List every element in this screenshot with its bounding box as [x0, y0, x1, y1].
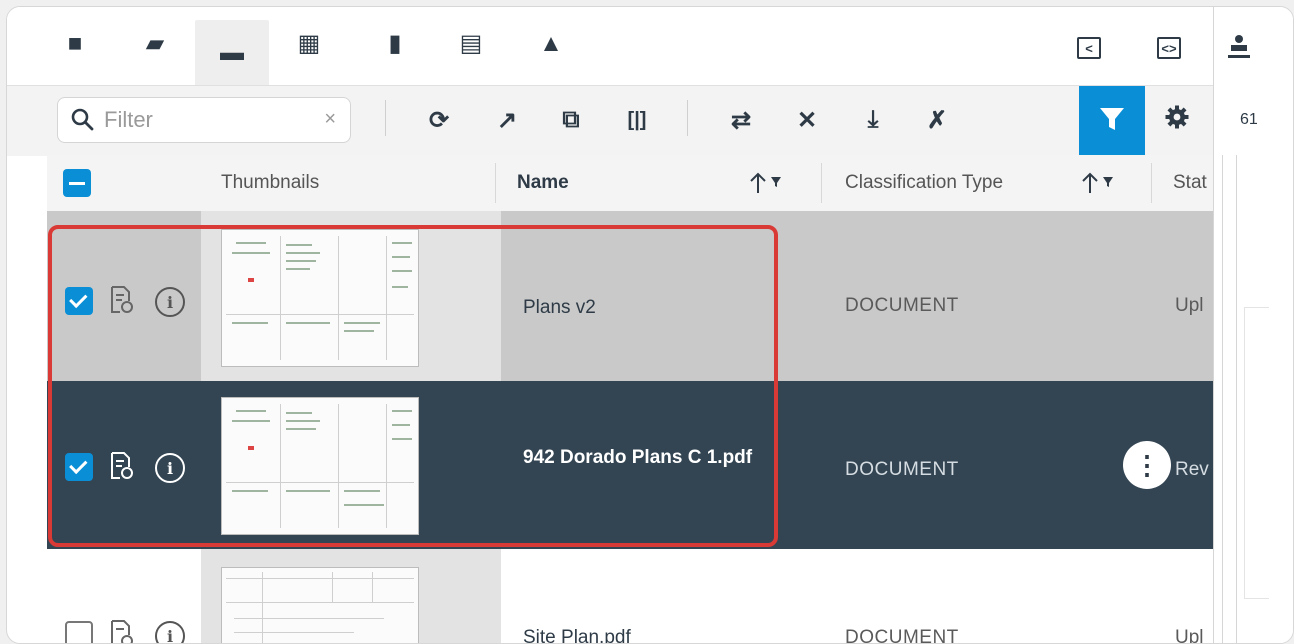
row-checkbox[interactable] [65, 621, 93, 643]
table-row-selected[interactable]: i 942 Dorado Plans C 1.pdf DOCUMENT ⋮ Re… [47, 381, 1213, 549]
download-icon: ⤓ [867, 106, 879, 133]
split-button[interactable]: [|] [617, 100, 657, 140]
classification-type: DOCUMENT [845, 459, 959, 480]
grid-header: Thumbnails Name Classification Type Stat [47, 155, 1213, 212]
code-brackets-icon: <> [1157, 37, 1181, 59]
tab-bookmark[interactable]: ▮ [377, 29, 413, 59]
column-header-status[interactable]: Stat [1173, 155, 1213, 211]
thumbnail-cell [201, 211, 501, 381]
compare-icon: ⧉ [562, 106, 580, 133]
sort-arrow-icon[interactable] [749, 171, 789, 201]
sort-arrow-icon[interactable] [1081, 171, 1121, 201]
table-row[interactable]: i Plans v2 DOCUMENT Upl [47, 211, 1213, 381]
table-row[interactable]: i Site Plan.pdf DOCUMENT Upl [47, 549, 1213, 643]
shield-document-icon: ▲ [539, 30, 563, 57]
toolbar: × ⟳ ↗ ⧉ [|] ⇄ ✕ ⤓ ✗ [7, 85, 1219, 156]
thumbnail-cell [201, 381, 501, 549]
collapse-left-icon: < [1077, 37, 1101, 59]
open-folder-icon: ▬ [220, 39, 244, 66]
file-name[interactable]: Site Plan.pdf [523, 625, 631, 643]
open-external-icon: ↗ [496, 106, 518, 134]
info-icon[interactable]: i [155, 453, 185, 483]
download-button[interactable]: ⤓ [853, 100, 893, 140]
map-icon: ▦ [297, 30, 321, 57]
search-icon [70, 107, 94, 137]
tab-open-folder[interactable]: ▬ [195, 20, 269, 86]
app-window: ■ ▰ ▬ ▦ ▮ ▤ ▲ < <> Filter × ⟳ ↗ ⧉ [|] ⇄ … [6, 6, 1294, 644]
tab-folder[interactable]: ■ [57, 29, 93, 59]
document-thumbnail[interactable] [221, 397, 419, 535]
status-text: Upl [1175, 295, 1204, 316]
folder-icon: ■ [67, 30, 83, 57]
tools-button[interactable]: ✕ [787, 100, 827, 140]
filter-input[interactable] [102, 106, 306, 134]
top-nav: ■ ▰ ▬ ▦ ▮ ▤ ▲ < <> [7, 7, 1219, 86]
funnel-icon [1097, 104, 1127, 139]
thumbnail-cell [201, 549, 501, 643]
folder-badge-icon: ▰ [145, 30, 165, 57]
more-vertical-icon: ⋮ [1134, 449, 1160, 480]
row-checkbox[interactable] [65, 453, 93, 481]
refresh-button[interactable]: ⟳ [419, 100, 459, 140]
refresh-icon: ⟳ [428, 106, 450, 134]
stamp-icon[interactable] [1228, 33, 1250, 68]
gear-icon [1164, 104, 1190, 137]
classification-type: DOCUMENT [845, 627, 959, 644]
transfer-icon: ⇄ [730, 106, 752, 134]
filter-box: × [57, 97, 351, 143]
file-exclude-icon: ✗ [926, 106, 948, 134]
toolbar-divider [385, 100, 386, 136]
tab-folder-badge[interactable]: ▰ [137, 29, 173, 59]
document-thumbnail[interactable] [221, 567, 419, 643]
classification-type: DOCUMENT [845, 295, 959, 316]
document-thumbnail[interactable] [221, 229, 419, 367]
row-checkbox[interactable] [65, 287, 93, 315]
side-scroll-track [1244, 307, 1269, 599]
file-name[interactable]: Plans v2 [523, 295, 596, 320]
info-icon[interactable]: i [155, 621, 185, 643]
document-settings-icon[interactable] [109, 285, 135, 319]
info-icon[interactable]: i [155, 287, 185, 317]
status-text: Rev [1175, 459, 1209, 480]
toolbar-divider [687, 100, 688, 136]
file-name[interactable]: 942 Dorado Plans C 1.pdf [523, 445, 773, 470]
column-header-classification[interactable]: Classification Type [845, 155, 1003, 211]
tab-shield-document[interactable]: ▲ [533, 29, 569, 59]
record-count: 61 [1240, 111, 1258, 128]
row-menu-button[interactable]: ⋮ [1123, 441, 1171, 489]
column-header-name[interactable]: Name [517, 155, 569, 211]
filter-toggle-button[interactable] [1079, 86, 1145, 156]
right-panel: 61 [1213, 7, 1293, 643]
file-exclude-button[interactable]: ✗ [917, 100, 957, 140]
open-external-button[interactable]: ↗ [487, 100, 527, 140]
collapse-left-button[interactable]: < [1073, 33, 1105, 63]
document-icon: ▤ [459, 30, 483, 57]
code-view-button[interactable]: <> [1153, 33, 1185, 63]
select-all-checkbox[interactable] [63, 169, 91, 197]
document-settings-icon[interactable] [109, 451, 135, 485]
tab-document[interactable]: ▤ [453, 29, 489, 59]
settings-button[interactable] [1157, 100, 1197, 140]
clear-icon[interactable]: × [324, 108, 336, 131]
document-settings-icon[interactable] [109, 619, 135, 643]
tools-icon: ✕ [796, 106, 818, 134]
column-header-thumbnails[interactable]: Thumbnails [221, 155, 319, 211]
split-icon: [|] [627, 108, 647, 131]
tab-map[interactable]: ▦ [291, 29, 327, 59]
status-text: Upl [1175, 627, 1204, 644]
transfer-button[interactable]: ⇄ [721, 100, 761, 140]
bookmark-icon: ▮ [388, 30, 402, 57]
compare-button[interactable]: ⧉ [551, 100, 591, 140]
